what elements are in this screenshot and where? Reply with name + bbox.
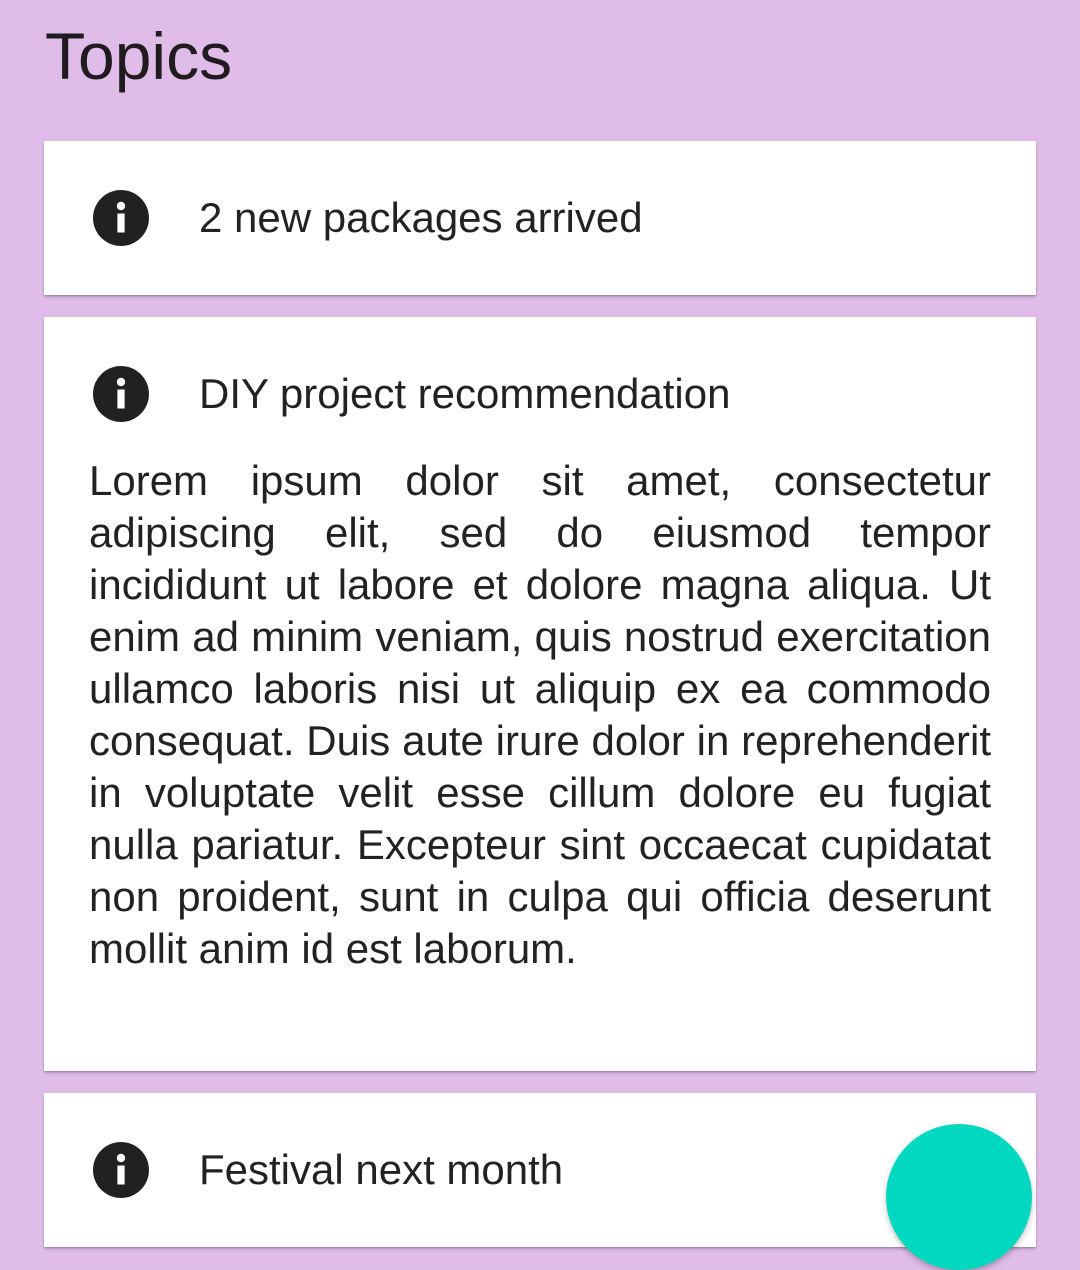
info-icon	[93, 190, 149, 246]
page-title: Topics	[45, 19, 233, 93]
info-icon	[93, 366, 149, 422]
card-title: 2 new packages arrived	[199, 194, 643, 241]
info-icon	[93, 1142, 149, 1198]
topic-card[interactable]: 2 new packages arrived	[44, 141, 1036, 295]
topic-card[interactable]: Festival next month	[44, 1093, 1036, 1247]
card-body-text: Lorem ipsum dolor sit amet, consectetur …	[89, 457, 991, 972]
card-header: DIY project recommendation	[44, 364, 1036, 424]
card-header: 2 new packages arrived	[44, 188, 1036, 248]
card-title: Festival next month	[199, 1146, 564, 1193]
topic-card[interactable]: DIY project recommendation Lorem ipsum d…	[44, 317, 1036, 1071]
card-title: DIY project recommendation	[199, 370, 731, 417]
floating-action-button[interactable]	[886, 1124, 1032, 1270]
